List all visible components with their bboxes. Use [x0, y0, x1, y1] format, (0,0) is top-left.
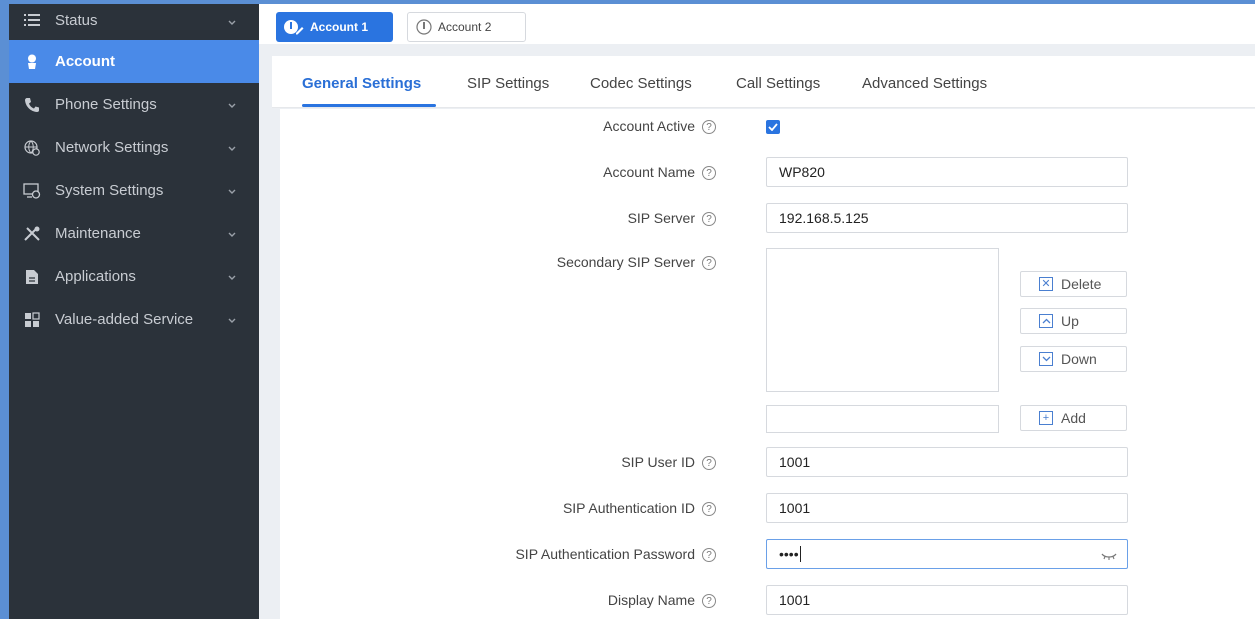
- sidebar-item-account[interactable]: Account: [9, 40, 259, 83]
- chevron-down-icon: [227, 312, 237, 329]
- settings-tab-bar: General Settings SIP Settings Codec Sett…: [272, 56, 1255, 108]
- network-gear-icon: [21, 139, 43, 156]
- up-button-label: Up: [1061, 313, 1079, 329]
- tab-advanced-settings[interactable]: Advanced Settings: [862, 75, 987, 92]
- down-button[interactable]: Down: [1020, 346, 1127, 372]
- sip-auth-id-label: SIP Authentication ID: [562, 500, 695, 516]
- sidebar-item-label: Status: [55, 11, 98, 29]
- secondary-sip-server-label: Secondary SIP Server: [556, 254, 695, 270]
- sip-auth-id-input[interactable]: 1001: [766, 493, 1128, 523]
- account-name-label: Account Name: [603, 164, 695, 180]
- chevron-down-icon: [227, 226, 237, 243]
- chevron-down-icon: [227, 97, 237, 114]
- phone-icon: [21, 97, 43, 113]
- eye-closed-icon[interactable]: [1101, 548, 1117, 564]
- help-icon[interactable]: ?: [702, 120, 716, 134]
- sidebar-item-status[interactable]: Status: [9, 0, 259, 40]
- text-cursor: [799, 546, 801, 562]
- tab-label: Account 2: [438, 20, 492, 34]
- help-icon[interactable]: ?: [702, 594, 716, 608]
- down-button-label: Down: [1061, 351, 1097, 367]
- account-name-input[interactable]: WP820: [766, 157, 1128, 187]
- sidebar-item-label: Phone Settings: [55, 96, 157, 113]
- sip-server-input[interactable]: 192.168.5.125: [766, 203, 1128, 233]
- close-icon: ✕: [1039, 277, 1053, 291]
- sidebar-item-system-settings[interactable]: System Settings: [9, 169, 259, 212]
- help-icon[interactable]: ?: [702, 256, 716, 270]
- sidebar: Status Account Phone Settings Network Se…: [0, 0, 259, 619]
- up-button[interactable]: Up: [1020, 308, 1127, 334]
- tools-icon: [21, 226, 43, 242]
- sidebar-item-label: Maintenance: [55, 225, 141, 242]
- system-gear-icon: [21, 182, 43, 199]
- apps-grid-icon: [21, 311, 43, 328]
- sidebar-item-label: System Settings: [55, 182, 164, 199]
- help-icon[interactable]: ?: [702, 548, 716, 562]
- sip-auth-password-label: SIP Authentication Password: [515, 546, 695, 562]
- sidebar-item-phone-settings[interactable]: Phone Settings: [9, 83, 259, 126]
- account-edit-icon: [284, 19, 304, 35]
- tab-account-2[interactable]: Account 2: [407, 12, 526, 42]
- list-icon: [21, 13, 43, 27]
- chevron-down-icon: [1039, 352, 1053, 366]
- sidebar-item-maintenance[interactable]: Maintenance: [9, 212, 259, 255]
- chevron-up-icon: [1039, 314, 1053, 328]
- document-icon: [21, 269, 43, 285]
- tab-account-1[interactable]: Account 1: [276, 12, 393, 42]
- password-mask: ••••: [779, 546, 799, 562]
- chevron-down-icon: [227, 14, 237, 31]
- display-name-label: Display Name: [607, 592, 695, 608]
- tab-codec-settings[interactable]: Codec Settings: [590, 75, 692, 92]
- delete-button[interactable]: ✕ Delete: [1020, 271, 1127, 297]
- secondary-sip-server-new-input[interactable]: [766, 405, 999, 433]
- sidebar-item-label: Account: [55, 53, 115, 70]
- add-button[interactable]: + Add: [1020, 405, 1127, 431]
- account-active-label: Account Active: [603, 118, 695, 134]
- sip-user-id-label: SIP User ID: [621, 454, 695, 470]
- account-tab-bar: Account 1 Account 2: [259, 0, 1255, 44]
- secondary-sip-server-list[interactable]: [766, 248, 999, 392]
- display-name-input[interactable]: 1001: [766, 585, 1128, 615]
- help-icon[interactable]: ?: [702, 212, 716, 226]
- sidebar-item-network-settings[interactable]: Network Settings: [9, 126, 259, 169]
- add-button-label: Add: [1061, 410, 1086, 426]
- account-icon: [416, 19, 432, 35]
- plus-icon: +: [1039, 411, 1053, 425]
- active-tab-indicator: [302, 104, 436, 107]
- chevron-down-icon: [227, 269, 237, 286]
- general-settings-form: Account Active ? Account Name ? WP820 SI…: [280, 109, 1255, 619]
- sidebar-item-label: Value-added Service: [55, 311, 194, 328]
- tab-sip-settings[interactable]: SIP Settings: [467, 75, 549, 92]
- sidebar-item-label: Network Settings: [55, 139, 169, 156]
- help-icon[interactable]: ?: [702, 502, 716, 516]
- tab-general-settings[interactable]: General Settings: [302, 75, 421, 92]
- chevron-down-icon: [227, 183, 237, 200]
- chevron-down-icon: [227, 140, 237, 157]
- sip-server-label: SIP Server: [627, 210, 695, 226]
- sip-user-id-input[interactable]: 1001: [766, 447, 1128, 477]
- user-icon: [21, 54, 43, 69]
- account-active-checkbox[interactable]: [766, 120, 780, 134]
- sidebar-item-label: Applications: [55, 268, 136, 285]
- tab-call-settings[interactable]: Call Settings: [736, 75, 820, 92]
- sip-auth-password-input[interactable]: ••••: [766, 539, 1128, 569]
- tab-label: Account 1: [310, 20, 369, 34]
- help-icon[interactable]: ?: [702, 166, 716, 180]
- help-icon[interactable]: ?: [702, 456, 716, 470]
- sidebar-item-applications[interactable]: Applications: [9, 255, 259, 298]
- sidebar-item-value-added-service[interactable]: Value-added Service: [9, 298, 259, 341]
- delete-button-label: Delete: [1061, 276, 1102, 292]
